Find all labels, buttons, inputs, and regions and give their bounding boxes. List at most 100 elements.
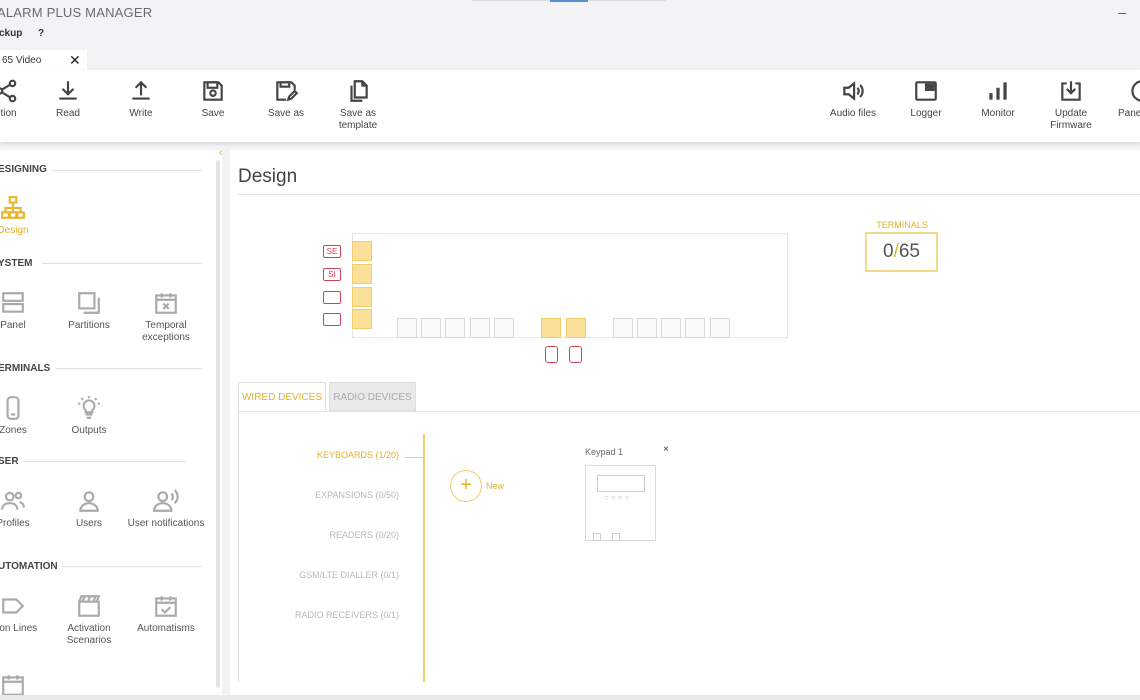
sidebar-item-zones[interactable]: Zones	[0, 395, 53, 437]
copy-icon	[322, 78, 394, 108]
new-device-label: New	[486, 481, 505, 491]
title-bar: ALARM PLUS MANAGER –	[0, 0, 1140, 26]
audio-files-button[interactable]: Audio files	[817, 78, 889, 120]
sidebar-item-profiles[interactable]: Profiles	[0, 488, 53, 530]
document-tab[interactable]: 65 Video ✕	[0, 50, 87, 70]
board-terminal[interactable]	[421, 318, 441, 338]
update-firmware-button[interactable]: Update Firmware	[1035, 78, 1107, 132]
board-terminal[interactable]	[494, 318, 514, 338]
close-tab-icon[interactable]: ✕	[69, 52, 81, 69]
sidebar-item-activation-lines[interactable]: ation Lines	[0, 593, 53, 635]
user-icon	[79, 491, 99, 512]
sidebar-item-user-notifications[interactable]: User notifications	[126, 488, 206, 530]
bottom-edge	[0, 695, 1140, 700]
section-divider	[24, 461, 186, 462]
sidebar-item-label: Partitions	[68, 320, 110, 331]
save-as-icon	[250, 78, 322, 108]
board-terminal[interactable]	[470, 318, 490, 338]
section-divider	[52, 170, 202, 171]
menu-help[interactable]: ?	[38, 28, 44, 39]
sidebar-item-label: Automatisms	[137, 623, 195, 634]
sidebar-item-partitions[interactable]: Partitions	[49, 290, 129, 332]
keypad-port	[593, 533, 601, 541]
category-readers[interactable]: READERS (0/20)	[329, 530, 399, 540]
title-divider	[238, 194, 1140, 195]
logger-button[interactable]: Logger	[890, 78, 962, 120]
terminals-counter: TERMINALS 0/65	[865, 220, 939, 272]
save-as-label: Save as	[267, 108, 305, 119]
keypad-device[interactable]: ○○○○	[585, 465, 656, 541]
save-button[interactable]: Save	[177, 78, 249, 120]
sidebar-item-users[interactable]: Users	[49, 488, 129, 530]
sidebar-item-temporal-exceptions[interactable]: Temporal exceptions	[126, 290, 206, 344]
sidebar-item-outputs[interactable]: Outputs	[49, 395, 129, 437]
panel-button[interactable]: Pane	[1104, 78, 1140, 120]
sidebar-item-panel[interactable]: Panel	[0, 290, 53, 332]
board-terminal[interactable]	[710, 318, 730, 338]
remove-keypad-icon[interactable]: ×	[663, 444, 669, 455]
menu-backup[interactable]: ckup	[0, 28, 22, 39]
board-slot[interactable]	[352, 287, 372, 307]
keypad-label: Keypad 1	[585, 447, 624, 457]
board-tag-empty-1[interactable]	[323, 291, 341, 304]
download-icon	[32, 78, 104, 108]
collapse-sidebar-icon[interactable]: ‹	[219, 147, 223, 159]
clapperboard-icon	[78, 595, 101, 617]
sidebar-item-label: Design	[0, 225, 29, 236]
firmware-download-icon	[1035, 78, 1107, 108]
sidebar-item-activation-scenarios[interactable]: Activation Scenarios	[49, 593, 129, 647]
board-slot[interactable]	[352, 241, 372, 261]
new-device-button[interactable]: + New	[450, 470, 530, 502]
board-terminal-active[interactable]	[566, 318, 586, 338]
board-bottom-tag[interactable]	[569, 346, 582, 363]
board-tag-se[interactable]: SE	[323, 245, 341, 258]
sidebar-item-label: User notifications	[127, 518, 205, 529]
monitor-button[interactable]: Monitor	[962, 78, 1034, 120]
tab-wired-devices[interactable]: WIRED DEVICES	[238, 382, 326, 411]
save-as-button[interactable]: Save as	[250, 78, 322, 120]
board-tag-si[interactable]: SI	[323, 268, 341, 281]
minimize-button[interactable]: –	[1118, 4, 1126, 20]
terminals-used: 0	[883, 241, 894, 262]
board-slot[interactable]	[352, 264, 372, 284]
app-title: ALARM PLUS MANAGER	[0, 5, 153, 20]
write-button[interactable]: Write	[105, 78, 177, 120]
toolbar: ction Read Write Save Save as Save as te…	[0, 70, 1140, 142]
page-title: Design	[238, 166, 298, 187]
terminals-value-box: 0/65	[865, 232, 938, 272]
board-slot[interactable]	[352, 309, 372, 329]
board-tag-empty-2[interactable]	[323, 313, 341, 326]
keypad-port	[612, 533, 620, 541]
board-terminal[interactable]	[661, 318, 681, 338]
board-bottom-tag[interactable]	[545, 346, 558, 363]
upload-icon	[105, 78, 177, 108]
board-terminal[interactable]	[637, 318, 657, 338]
board-terminal[interactable]	[613, 318, 633, 338]
user-voice-icon	[153, 489, 179, 512]
tabs-divider	[238, 411, 1140, 412]
board-terminal-active[interactable]	[541, 318, 561, 338]
sidebar-item-label: Temporal exceptions	[142, 320, 190, 343]
sidebar-scrollbar[interactable]	[216, 160, 220, 688]
category-expansions[interactable]: EXPANSIONS (0/50)	[315, 490, 399, 500]
board-terminal[interactable]	[685, 318, 705, 338]
board-terminal[interactable]	[397, 318, 417, 338]
save-icon	[177, 78, 249, 108]
keypad-buttons: ○○○○	[604, 493, 632, 502]
category-keyboards[interactable]: KEYBOARDS (1/20)	[317, 450, 399, 460]
read-button[interactable]: Read	[32, 78, 104, 120]
tab-radio-devices[interactable]: RADIO DEVICES	[329, 382, 416, 411]
save-label: Save	[201, 108, 225, 119]
window-icon	[890, 78, 962, 108]
sidebar-item-automatisms[interactable]: Automatisms	[126, 593, 206, 635]
section-system: YSTEM	[0, 258, 33, 269]
sensor-icon	[6, 396, 20, 420]
category-radio-receivers[interactable]: RADIO RECEIVERS (0/1)	[295, 610, 399, 620]
board-terminal[interactable]	[445, 318, 465, 338]
sidebar-item-label: Panel	[0, 320, 26, 331]
category-gsm-lte-dialler[interactable]: GSM/LTE DIALLER (0/1)	[299, 570, 399, 580]
sidebar: ESIGNING Design YSTEM Panel Partitions T…	[0, 150, 222, 696]
sidebar-item-design[interactable]: Design	[0, 195, 53, 237]
plus-icon: +	[450, 470, 482, 502]
save-as-template-button[interactable]: Save as template	[322, 78, 394, 132]
